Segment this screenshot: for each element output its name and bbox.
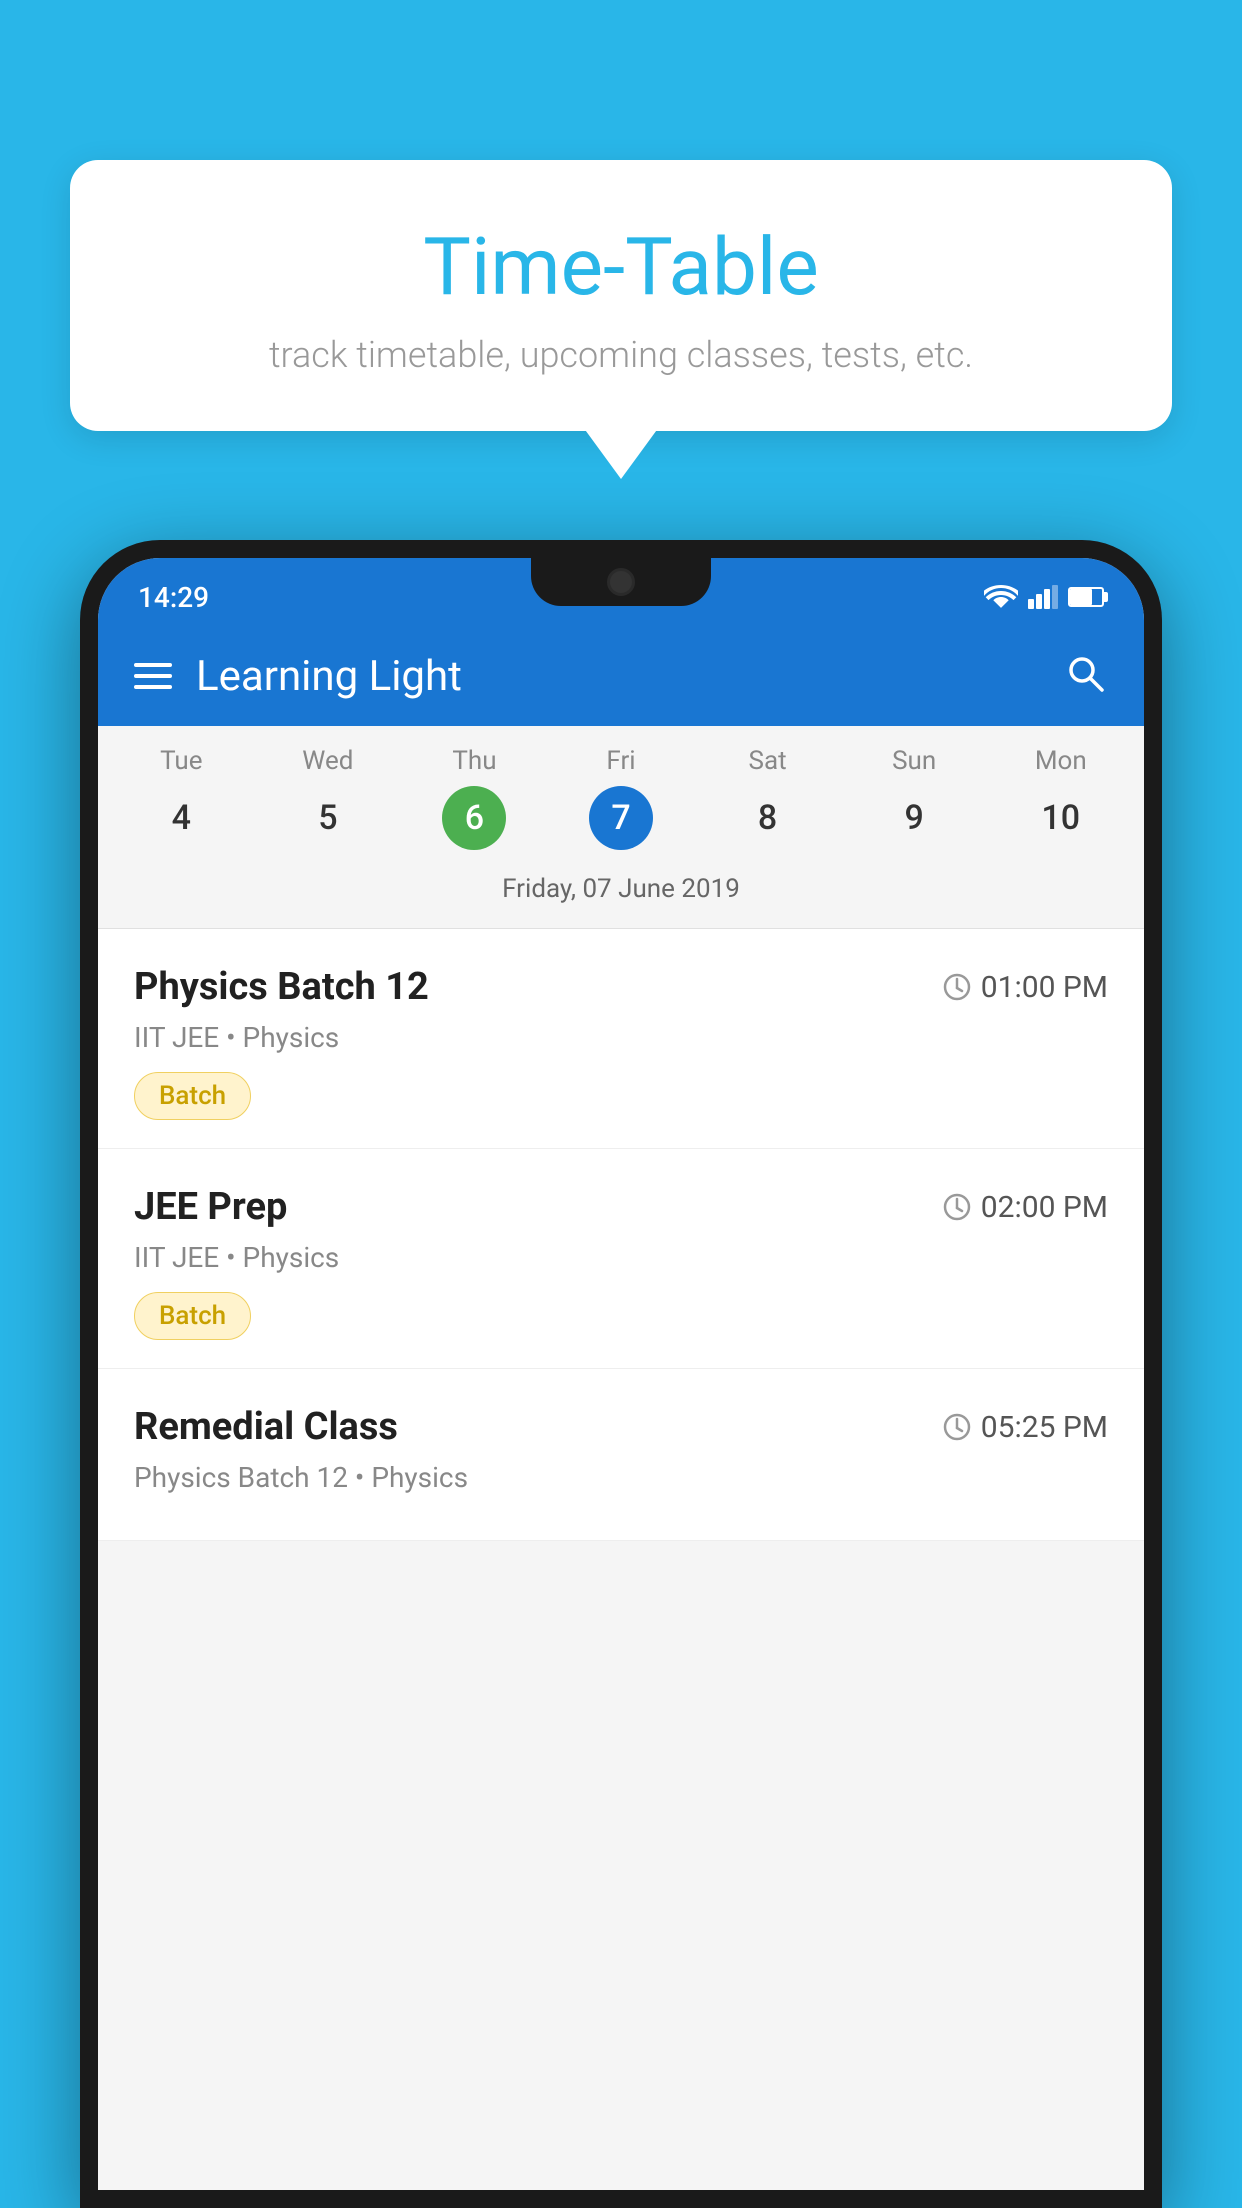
search-button[interactable] (1064, 652, 1108, 700)
day-label: Sun (892, 746, 936, 776)
schedule-list: Physics Batch 12 01:00 PM IIT JEE • Physic… (98, 929, 1144, 1541)
schedule-meta: Physics Batch 12 • Physics (134, 1461, 1108, 1494)
day-label: Fri (606, 746, 635, 776)
schedule-item[interactable]: Physics Batch 12 01:00 PM IIT JEE • Physic… (98, 929, 1144, 1149)
phone-notch (531, 558, 711, 606)
signal-icon (1028, 585, 1058, 609)
hamburger-icon[interactable] (134, 663, 172, 689)
days-row: Tue 4 Wed 5 Thu 6 Fri 7 Sat 8 Sun 9 Mon 10 (98, 746, 1144, 850)
schedule-title: Remedial Class (134, 1405, 398, 1449)
day-label: Mon (1035, 746, 1087, 776)
calendar-day[interactable]: Sun 9 (841, 746, 988, 850)
calendar-day[interactable]: Thu 6 (401, 746, 548, 850)
day-number: 5 (296, 786, 360, 850)
wifi-icon (984, 585, 1018, 609)
schedule-meta: IIT JEE • Physics (134, 1241, 1108, 1274)
calendar-day[interactable]: Mon 10 (987, 746, 1134, 850)
schedule-time: 01:00 PM (943, 970, 1108, 1005)
schedule-item-header: Physics Batch 12 01:00 PM (134, 965, 1108, 1009)
schedule-item-header: Remedial Class 05:25 PM (134, 1405, 1108, 1449)
clock-icon (943, 1413, 971, 1441)
batch-badge: Batch (134, 1072, 251, 1120)
status-time: 14:29 (138, 581, 209, 614)
schedule-title: JEE Prep (134, 1185, 287, 1229)
battery-icon (1068, 587, 1104, 607)
schedule-time: 02:00 PM (943, 1190, 1108, 1225)
schedule-item[interactable]: Remedial Class 05:25 PM Physics Batch 12 •… (98, 1369, 1144, 1541)
day-number: 10 (1029, 786, 1093, 850)
day-number: 7 (589, 786, 653, 850)
calendar-day[interactable]: Fri 7 (548, 746, 695, 850)
schedule-time: 05:25 PM (943, 1410, 1108, 1445)
status-icons (984, 585, 1104, 609)
day-label: Sat (749, 746, 787, 776)
schedule-item[interactable]: JEE Prep 02:00 PM IIT JEE • Physics Batch (98, 1149, 1144, 1369)
calendar-day[interactable]: Tue 4 (108, 746, 255, 850)
day-number: 8 (736, 786, 800, 850)
day-number: 4 (149, 786, 213, 850)
phone-frame: 14:29 (80, 540, 1162, 2208)
day-label: Thu (452, 746, 496, 776)
calendar-day[interactable]: Wed 5 (255, 746, 402, 850)
tooltip-subtitle: track timetable, upcoming classes, tests… (150, 334, 1092, 376)
phone-camera (607, 568, 635, 596)
app-bar-left: Learning Light (134, 652, 462, 701)
day-number: 9 (882, 786, 946, 850)
clock-icon (943, 973, 971, 1001)
schedule-meta: IIT JEE • Physics (134, 1021, 1108, 1054)
clock-icon (943, 1193, 971, 1221)
day-label: Tue (160, 746, 202, 776)
selected-date-label: Friday, 07 June 2019 (98, 866, 1144, 918)
app-title: Learning Light (196, 652, 462, 701)
phone-screen: 14:29 (98, 558, 1144, 2190)
calendar-day[interactable]: Sat 8 (694, 746, 841, 850)
day-label: Wed (302, 746, 353, 776)
schedule-title: Physics Batch 12 (134, 965, 429, 1009)
day-number: 6 (442, 786, 506, 850)
batch-badge: Batch (134, 1292, 251, 1340)
schedule-item-header: JEE Prep 02:00 PM (134, 1185, 1108, 1229)
calendar-strip: Tue 4 Wed 5 Thu 6 Fri 7 Sat 8 Sun 9 Mon 10 Friday, 07… (98, 726, 1144, 929)
tooltip-card: Time-Table track timetable, upcoming cla… (70, 160, 1172, 431)
tooltip-title: Time-Table (150, 220, 1092, 314)
app-bar: Learning Light (98, 626, 1144, 726)
